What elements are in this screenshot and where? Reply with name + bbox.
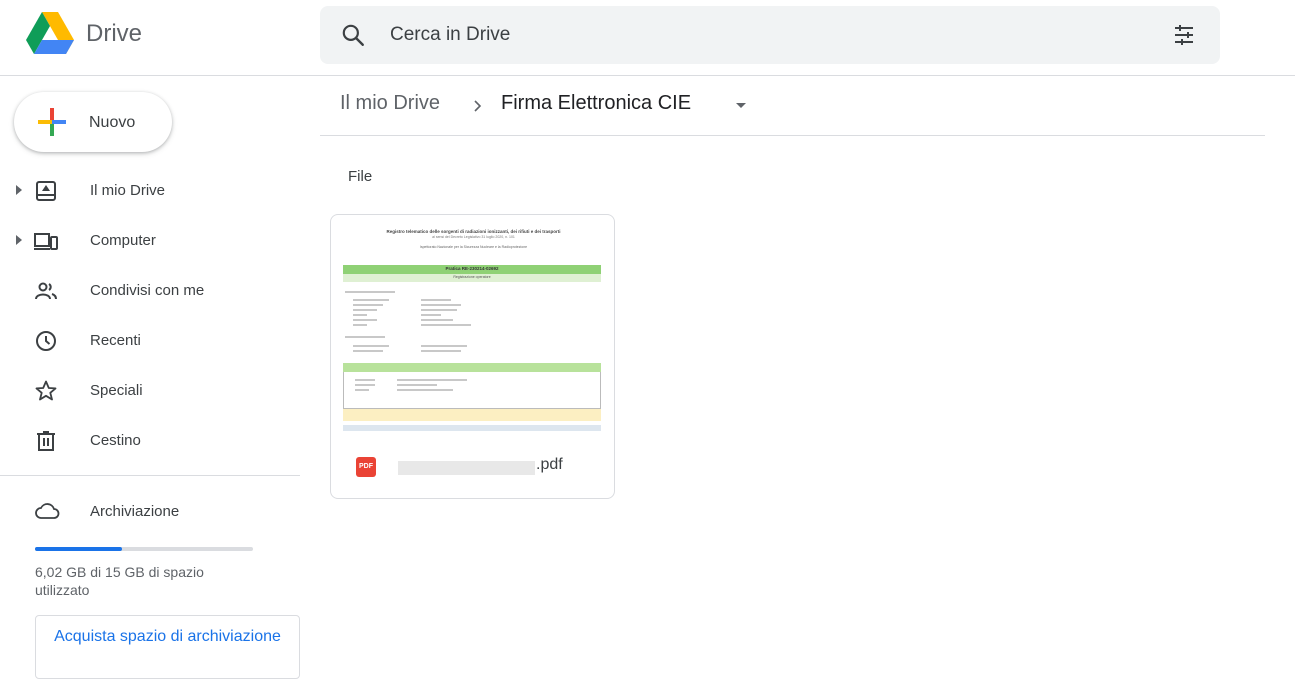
drive-logo-icon[interactable] [26,12,74,54]
preview-text-line [353,299,389,301]
sidebar-item-computer[interactable]: Computer [0,216,300,266]
main-divider [320,135,1265,136]
preview-section-header [343,363,601,372]
sidebar-item-shared[interactable]: Condivisi con me [0,266,300,316]
sidebar-divider [0,475,300,476]
sidebar-item-my-drive[interactable]: Il mio Drive [0,166,300,216]
shared-icon [35,282,57,300]
preview-text-line [421,314,441,316]
preview-table-header [343,425,601,431]
my-drive-icon [36,181,56,201]
file-extension: .pdf [536,456,563,473]
preview-text-line [353,324,367,326]
sidebar-item-label: Condivisi con me [90,282,205,299]
breadcrumb-root[interactable]: Il mio Drive [340,92,440,115]
clock-icon [36,331,56,351]
document-preview: Registro telematico delle sorgenti di ra… [331,215,614,439]
file-thumbnail[interactable]: Registro telematico delle sorgenti di ra… [331,215,614,439]
computer-icon [34,233,58,250]
chevron-right-icon [474,100,482,112]
search-bar[interactable] [320,6,1220,64]
preview-text-line [421,324,471,326]
preview-notice-band [343,409,601,421]
preview-text-line [397,384,437,386]
file-card[interactable]: Registro telematico delle sorgenti di ra… [330,214,615,499]
search-icon[interactable] [340,22,366,48]
preview-text-line [421,304,461,306]
sidebar-item-recent[interactable]: Recenti [0,316,300,366]
search-options-icon[interactable] [1172,23,1196,47]
preview-text-line [345,291,395,293]
star-icon [35,380,57,401]
preview-subtitle: ai sensi del Decreto Legislativo 31 lugl… [432,235,515,239]
new-button[interactable]: Nuovo [14,92,172,152]
preview-text-line [421,319,453,321]
plus-icon [38,108,66,136]
pdf-file-icon: PDF [356,457,376,477]
storage-progress-fill [35,547,123,551]
preview-text-line [397,379,467,381]
sidebar-item-label: Speciali [90,382,143,399]
sidebar-item-label: Computer [90,232,156,249]
sidebar-nav: Il mio Drive Computer Condivisi con me R… [0,166,300,466]
preview-text-line [355,384,375,386]
preview-text-line [421,350,461,352]
preview-institute: Ispettorato Nazionale per la Sicurezza N… [419,245,528,249]
preview-text-line [353,345,389,347]
preview-text-line [397,389,453,391]
preview-text-line [345,336,385,338]
preview-text-line [353,314,367,316]
preview-banner: Pratica RE-230214-02692 [445,266,499,271]
chevron-down-icon[interactable] [736,103,746,108]
expand-caret-icon[interactable] [16,235,22,245]
storage-progress-bar [35,547,253,551]
preview-text-line [355,389,369,391]
sidebar-item-label: Cestino [90,432,141,449]
file-card-footer[interactable]: PDF .pdf [331,451,614,491]
preview-text-line [421,345,467,347]
sidebar-item-trash[interactable]: Cestino [0,416,300,466]
storage-usage-text: 6,02 GB di 15 GB di spazio utilizzato [35,564,204,598]
sidebar-item-storage[interactable]: Archiviazione [0,493,300,529]
section-title: File [348,168,373,185]
preview-text-line [353,319,377,321]
storage-label: Archiviazione [90,503,180,520]
preview-text-line [353,304,383,306]
preview-text-line [421,299,451,301]
preview-text-line [353,350,383,352]
buy-storage-button[interactable]: Acquista spazio di archiviazione [35,615,300,679]
cloud-icon [35,503,60,519]
top-bar: Drive [0,0,1295,76]
sidebar-item-label: Recenti [90,332,141,349]
preview-text-line [355,379,375,381]
preview-text-line [353,309,377,311]
trash-icon [37,431,55,451]
redacted-file-name [398,461,535,475]
search-input[interactable] [390,6,1090,64]
preview-text-line [421,309,457,311]
sidebar-item-label: Il mio Drive [90,182,166,199]
breadcrumb-current-folder[interactable]: Firma Elettronica CIE [501,92,691,115]
app-name[interactable]: Drive [86,20,142,48]
sidebar-item-starred[interactable]: Speciali [0,366,300,416]
new-button-label: Nuovo [89,114,136,131]
preview-banner-sub: Registrazione operatore [453,275,491,279]
expand-caret-icon[interactable] [16,185,22,195]
